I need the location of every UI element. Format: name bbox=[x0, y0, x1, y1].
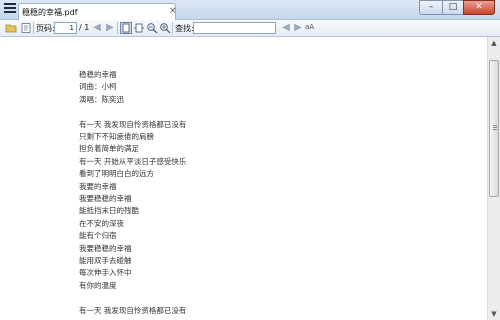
grip-line bbox=[493, 129, 497, 130]
document-line: 担负着简单的满足 bbox=[79, 144, 139, 154]
tab-title: 稳稳的幸福.pdf bbox=[22, 8, 78, 17]
scrollbar-thumb[interactable] bbox=[489, 60, 499, 197]
document-line: 只剩下不知疲倦的肩膀 bbox=[79, 132, 154, 141]
scroll-down-icon[interactable]: ▼ bbox=[488, 308, 500, 320]
find-label: 查找: bbox=[175, 24, 194, 33]
document-line: 能抵挡末日的残酷 bbox=[79, 206, 139, 216]
tab-close-icon[interactable]: × bbox=[169, 6, 177, 16]
document-line: 词曲：小柯 bbox=[79, 82, 117, 92]
document-tab[interactable]: 稳稳的幸福.pdf × bbox=[18, 3, 177, 20]
match-case-toggle[interactable]: aA bbox=[305, 23, 314, 31]
arrow-right-icon[interactable]: ▶ bbox=[104, 22, 116, 34]
toolbar-separator bbox=[172, 22, 173, 34]
document-line: 我要稳稳的幸福 bbox=[79, 243, 132, 253]
search-input[interactable] bbox=[193, 22, 276, 34]
document-line: 稳稳的幸福 bbox=[79, 70, 117, 79]
minimize-button[interactable]: – bbox=[419, 0, 443, 15]
document-line: 每次伸手入怀中 bbox=[79, 268, 132, 278]
toolbar-separator bbox=[117, 22, 118, 34]
document-line: 能用双手去碰触 bbox=[79, 256, 132, 265]
maximize-button[interactable]: □ bbox=[442, 0, 464, 15]
document-line: 有你的温度 bbox=[79, 280, 117, 290]
document-line: 有一天 我发现自怜资格都已没有 bbox=[79, 119, 187, 129]
zoom-in-icon[interactable] bbox=[159, 22, 171, 34]
document-line: 我要稳稳的幸福 bbox=[79, 194, 132, 203]
close-button[interactable]: ✕ bbox=[463, 0, 495, 15]
document-view[interactable]: 稳稳的幸福词曲：小柯演唱：陈奕迅有一天 我发现自怜资格都已没有 只剩下不知疲倦的肩… bbox=[0, 37, 487, 320]
fit-width-icon[interactable] bbox=[133, 22, 145, 34]
window-controls: – □ ✕ bbox=[419, 0, 495, 15]
toolbar: 页码: 1 / 1 ◀ ▶ 查找: ◀ ▶ aA bbox=[0, 20, 500, 37]
document-line: 演唱：陈奕迅 bbox=[79, 94, 124, 104]
vertical-scrollbar[interactable]: ▲ ▼ bbox=[487, 37, 500, 320]
document-line: 有一天 我发现自怜资格都已没有 bbox=[79, 305, 187, 315]
find-next-icon[interactable]: ▶ bbox=[292, 22, 304, 34]
toolbar-separator bbox=[33, 22, 34, 34]
document-line: 看到了明明白白的远方 bbox=[79, 169, 154, 179]
find-previous-icon[interactable]: ◀ bbox=[280, 22, 292, 34]
grip-line bbox=[493, 127, 497, 128]
scroll-up-icon[interactable]: ▲ bbox=[488, 37, 500, 49]
page-total: / 1 bbox=[79, 23, 90, 32]
minimize-icon: – bbox=[428, 2, 434, 12]
fit-page-icon[interactable] bbox=[120, 22, 132, 34]
title-bar: 稳稳的幸福.pdf × – □ ✕ bbox=[0, 0, 500, 20]
document-line: 有一天 开始从平淡日子感受快乐 bbox=[79, 156, 187, 166]
maximize-icon: □ bbox=[448, 2, 458, 12]
document-line: 能有个归宿 bbox=[79, 231, 117, 241]
bookmarks-icon[interactable] bbox=[20, 22, 32, 34]
grip-line bbox=[493, 125, 497, 126]
arrow-left-icon[interactable]: ◀ bbox=[91, 22, 103, 34]
zoom-out-icon[interactable] bbox=[146, 22, 158, 34]
page-number-input[interactable]: 1 bbox=[54, 22, 77, 34]
close-icon: ✕ bbox=[475, 2, 483, 12]
folder-open-icon[interactable] bbox=[5, 22, 17, 34]
document-line: 在不安的深夜 bbox=[79, 218, 124, 228]
page-label: 页码: bbox=[36, 24, 55, 33]
document-line: 我要的幸福 bbox=[79, 181, 117, 191]
menu-icon[interactable] bbox=[4, 3, 16, 16]
